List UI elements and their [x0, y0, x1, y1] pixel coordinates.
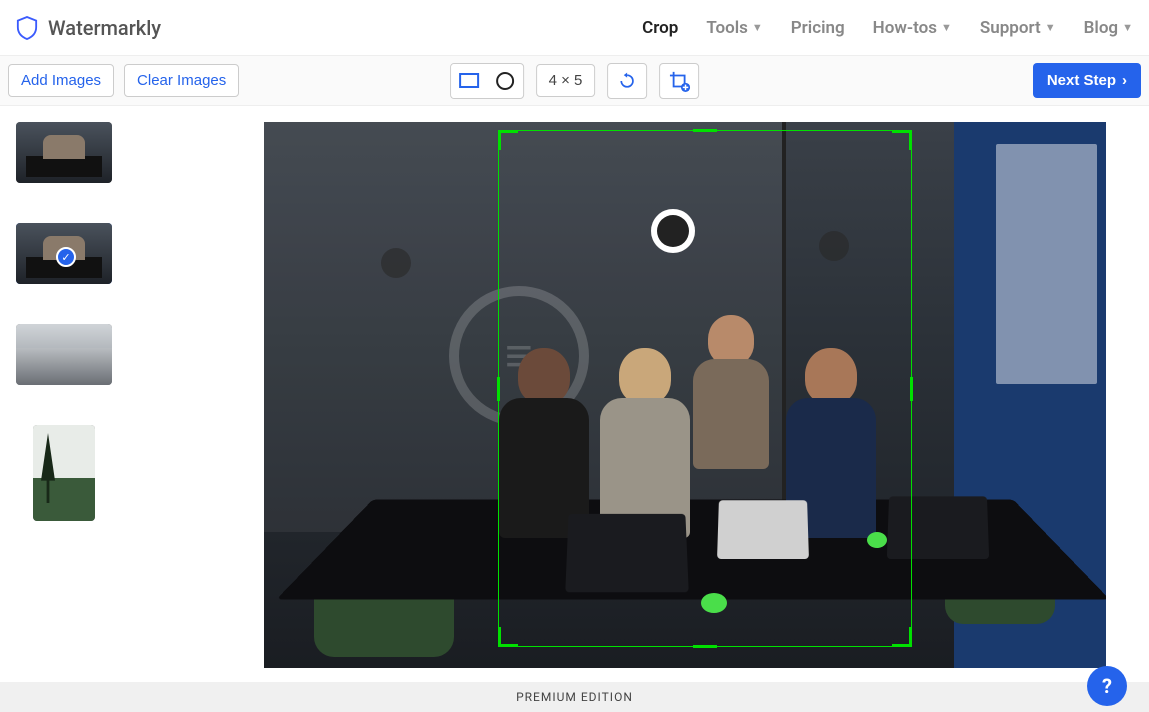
nav-support[interactable]: Support▼ — [980, 18, 1056, 38]
nav-pricing[interactable]: Pricing — [791, 18, 845, 38]
rectangle-icon — [459, 73, 479, 88]
toolbar: Add Images Clear Images 4 × 5 Next Step … — [0, 56, 1149, 106]
nav-tools[interactable]: Tools▼ — [706, 18, 762, 38]
thumbnail-sidebar: ✓ — [0, 106, 220, 682]
chevron-down-icon: ▼ — [1122, 21, 1133, 34]
thumbnail-4[interactable] — [33, 425, 95, 521]
crop-handle-left[interactable] — [497, 377, 500, 401]
thumbnail-3[interactable] — [16, 324, 112, 385]
clear-images-button[interactable]: Clear Images — [124, 64, 239, 97]
rotate-icon — [617, 71, 637, 91]
canvas-area: ≡ — [220, 106, 1149, 682]
brand[interactable]: Watermarkly — [16, 16, 161, 40]
add-images-button[interactable]: Add Images — [8, 64, 114, 97]
crop-selection[interactable] — [498, 130, 912, 647]
next-step-button[interactable]: Next Step › — [1033, 63, 1141, 98]
batch-crop-icon — [668, 70, 690, 92]
crop-handle-bottom-left[interactable] — [498, 627, 518, 647]
crop-handle-bottom-right[interactable] — [892, 627, 912, 647]
main-nav: Crop Tools▼ Pricing How-tos▼ Support▼ Bl… — [642, 18, 1133, 38]
edition-label: PREMIUM EDITION — [516, 690, 633, 704]
thumbnail-preview — [33, 425, 95, 521]
rotate-button[interactable] — [607, 63, 647, 99]
thumbnail-preview — [16, 324, 112, 385]
thumbnail-2[interactable]: ✓ — [16, 223, 112, 284]
help-button[interactable]: ? — [1087, 666, 1127, 706]
crop-handle-right[interactable] — [910, 377, 913, 401]
main: ✓ ≡ — [0, 106, 1149, 682]
toolbar-right: Next Step › — [1033, 63, 1141, 98]
header: Watermarkly Crop Tools▼ Pricing How-tos▼… — [0, 0, 1149, 56]
nav-crop[interactable]: Crop — [642, 18, 678, 38]
crop-handle-top[interactable] — [693, 129, 717, 132]
image-canvas[interactable]: ≡ — [264, 122, 1106, 668]
thumbnail-1[interactable] — [16, 122, 112, 183]
toolbar-center: 4 × 5 — [450, 63, 700, 99]
check-badge-icon: ✓ — [56, 247, 76, 267]
shield-logo-icon — [16, 16, 38, 40]
aspect-ratio-button[interactable]: 4 × 5 — [536, 64, 596, 97]
thumbnail-preview — [16, 122, 112, 183]
batch-crop-button[interactable] — [659, 63, 699, 99]
nav-howtos[interactable]: How-tos▼ — [873, 18, 952, 38]
nav-blog[interactable]: Blog▼ — [1084, 18, 1133, 38]
chevron-down-icon: ▼ — [1045, 21, 1056, 34]
crop-handle-top-left[interactable] — [498, 130, 518, 150]
chevron-right-icon: › — [1122, 72, 1127, 89]
crop-shape-circle[interactable] — [487, 64, 523, 98]
crop-handle-top-right[interactable] — [892, 130, 912, 150]
circle-icon — [496, 72, 514, 90]
crop-shape-rectangle[interactable] — [451, 64, 487, 98]
toolbar-left: Add Images Clear Images — [8, 64, 239, 97]
crop-shape-toggle — [450, 63, 524, 99]
brand-name: Watermarkly — [48, 16, 161, 40]
crop-handle-bottom[interactable] — [693, 645, 717, 648]
footer: PREMIUM EDITION — [0, 682, 1149, 712]
question-icon: ? — [1102, 674, 1112, 698]
chevron-down-icon: ▼ — [941, 21, 952, 34]
chevron-down-icon: ▼ — [752, 21, 763, 34]
